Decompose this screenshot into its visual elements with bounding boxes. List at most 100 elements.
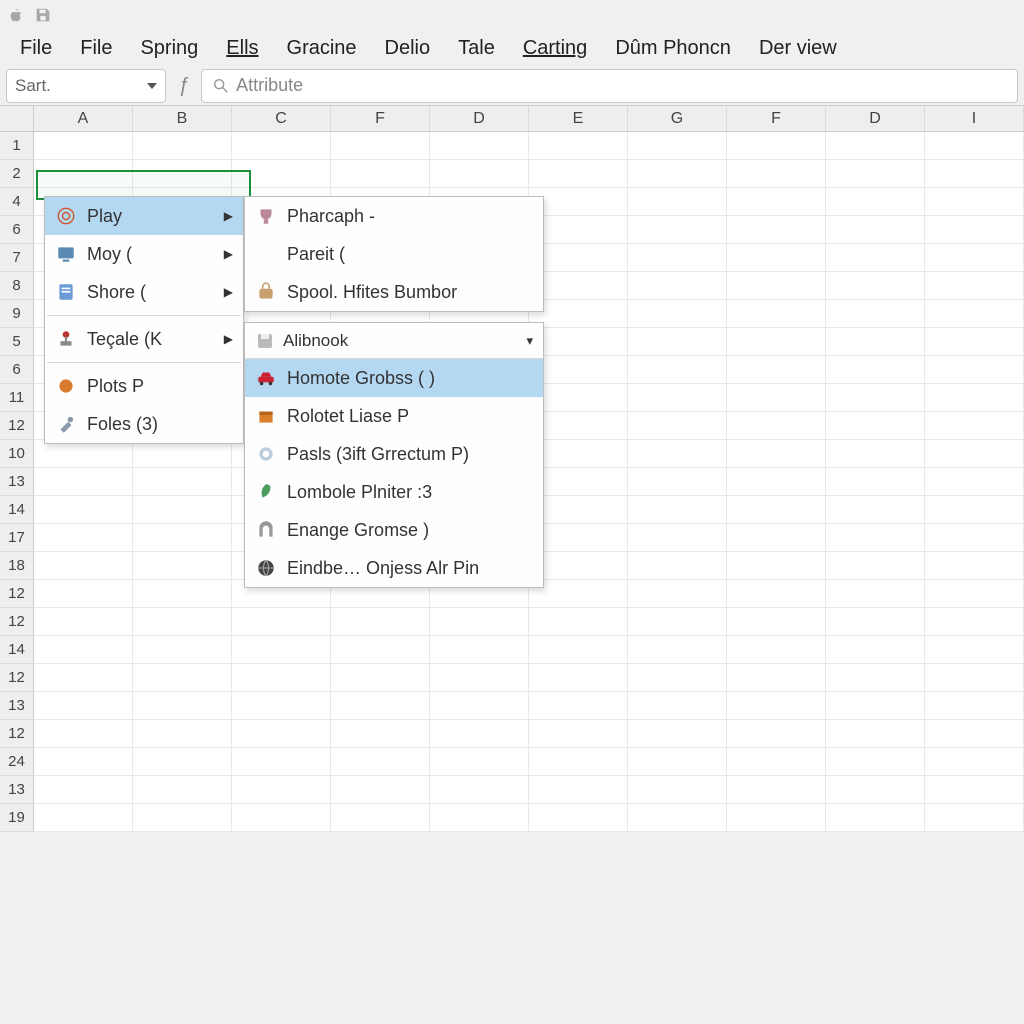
cell[interactable] — [925, 748, 1024, 776]
cell[interactable] — [232, 132, 331, 160]
row-header[interactable]: 10 — [0, 440, 34, 468]
cell[interactable] — [826, 748, 925, 776]
cell[interactable] — [628, 160, 727, 188]
row-header[interactable]: 7 — [0, 244, 34, 272]
cell[interactable] — [628, 440, 727, 468]
menu-derview[interactable]: Der view — [745, 33, 851, 64]
cell[interactable] — [133, 664, 232, 692]
row-header[interactable]: 4 — [0, 188, 34, 216]
cell[interactable] — [826, 272, 925, 300]
cell[interactable] — [628, 188, 727, 216]
cell[interactable] — [34, 776, 133, 804]
cell[interactable] — [34, 664, 133, 692]
row-header[interactable]: 12 — [0, 580, 34, 608]
cell[interactable] — [925, 552, 1024, 580]
ctx-item-shore[interactable]: Shore ( ▶ — [45, 273, 243, 311]
sub2-item-enange[interactable]: Enange Gromse ) — [245, 511, 543, 549]
cell[interactable] — [331, 720, 430, 748]
row-header[interactable]: 13 — [0, 692, 34, 720]
cell[interactable] — [826, 468, 925, 496]
cell[interactable] — [925, 692, 1024, 720]
col-header-C[interactable]: C — [232, 106, 331, 131]
cell[interactable] — [628, 300, 727, 328]
cell[interactable] — [34, 748, 133, 776]
row-header[interactable]: 6 — [0, 216, 34, 244]
cell[interactable] — [34, 636, 133, 664]
cell[interactable] — [628, 244, 727, 272]
name-box[interactable]: Sart. — [6, 69, 166, 103]
row-header[interactable]: 6 — [0, 356, 34, 384]
row-header[interactable]: 9 — [0, 300, 34, 328]
cell[interactable] — [133, 468, 232, 496]
cell[interactable] — [133, 720, 232, 748]
cell[interactable] — [628, 580, 727, 608]
cell[interactable] — [727, 748, 826, 776]
cell[interactable] — [529, 636, 628, 664]
cell[interactable] — [628, 608, 727, 636]
cell[interactable] — [826, 552, 925, 580]
row-header[interactable]: 12 — [0, 412, 34, 440]
cell[interactable] — [826, 440, 925, 468]
menu-tale[interactable]: Tale — [444, 33, 509, 64]
cell[interactable] — [925, 496, 1024, 524]
cell[interactable] — [331, 608, 430, 636]
cell[interactable] — [826, 384, 925, 412]
cell[interactable] — [331, 776, 430, 804]
cell[interactable] — [232, 160, 331, 188]
cell[interactable] — [826, 328, 925, 356]
cell[interactable] — [331, 692, 430, 720]
col-header-E[interactable]: E — [529, 106, 628, 131]
menu-file-1[interactable]: File — [6, 33, 66, 64]
cell[interactable] — [34, 440, 133, 468]
cell[interactable] — [628, 664, 727, 692]
cell[interactable] — [826, 244, 925, 272]
cell[interactable] — [925, 356, 1024, 384]
cell[interactable] — [826, 776, 925, 804]
cell[interactable] — [727, 664, 826, 692]
col-header-F1[interactable]: F — [331, 106, 430, 131]
cell[interactable] — [133, 496, 232, 524]
cell[interactable] — [529, 664, 628, 692]
cell[interactable] — [925, 636, 1024, 664]
cell[interactable] — [727, 356, 826, 384]
cell[interactable] — [925, 608, 1024, 636]
cell[interactable] — [331, 664, 430, 692]
cell[interactable] — [133, 636, 232, 664]
row-header[interactable]: 14 — [0, 636, 34, 664]
cell[interactable] — [628, 776, 727, 804]
menu-dumphoncn[interactable]: Dûm Phoncn — [601, 33, 745, 64]
ctx-item-moy[interactable]: Moy ( ▶ — [45, 235, 243, 273]
cell[interactable] — [232, 636, 331, 664]
cell[interactable] — [925, 132, 1024, 160]
menu-delio[interactable]: Delio — [371, 33, 445, 64]
sub-item-pharcaph[interactable]: Pharcaph - — [245, 197, 543, 235]
row-header[interactable]: 17 — [0, 524, 34, 552]
cell[interactable] — [925, 524, 1024, 552]
cell[interactable] — [628, 804, 727, 832]
cell[interactable] — [826, 216, 925, 244]
fx-icon[interactable]: ƒ — [178, 74, 189, 97]
cell[interactable] — [529, 608, 628, 636]
cell[interactable] — [34, 132, 133, 160]
cell[interactable] — [826, 720, 925, 748]
cell[interactable] — [34, 720, 133, 748]
cell[interactable] — [727, 132, 826, 160]
menu-gracine[interactable]: Gracine — [273, 33, 371, 64]
cell[interactable] — [133, 608, 232, 636]
cell[interactable] — [34, 160, 133, 188]
col-header-D1[interactable]: D — [430, 106, 529, 131]
cell[interactable] — [727, 216, 826, 244]
cell[interactable] — [925, 244, 1024, 272]
cell[interactable] — [133, 776, 232, 804]
ctx-item-tecale[interactable]: Teçale (K ▶ — [45, 320, 243, 358]
cell[interactable] — [529, 692, 628, 720]
cell[interactable] — [925, 580, 1024, 608]
cell[interactable] — [331, 804, 430, 832]
cell[interactable] — [925, 216, 1024, 244]
cell[interactable] — [727, 580, 826, 608]
cell[interactable] — [826, 608, 925, 636]
cell[interactable] — [232, 804, 331, 832]
sub2-item-pasls[interactable]: Pasls (3ift Grrectum P) — [245, 435, 543, 473]
cell[interactable] — [826, 804, 925, 832]
ctx-item-plots[interactable]: Plots P — [45, 367, 243, 405]
